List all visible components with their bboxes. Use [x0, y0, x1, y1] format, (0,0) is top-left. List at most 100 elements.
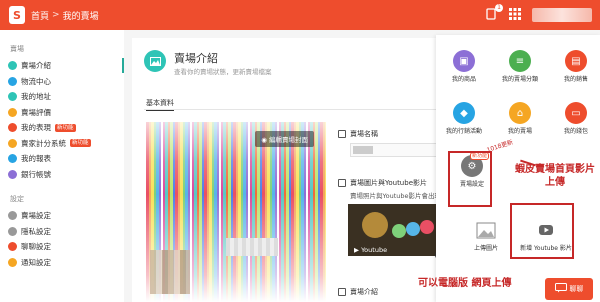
sidebar-item-label: 聊聊設定 — [21, 242, 51, 252]
youtube-label: ▶ Youtube — [354, 246, 387, 254]
new-feature-badge: 新功能 — [55, 123, 76, 132]
callout-web-upload: 可以電腦版 網頁上傳 — [418, 278, 512, 289]
sidebar-item-icon — [8, 92, 17, 102]
sidebar-item-label: 賣場設定 — [21, 211, 51, 221]
sidebar-section-settings: 設定 — [10, 195, 24, 203]
breadcrumb-current: 我的賣場 — [62, 11, 99, 22]
app-tile-label: 我的賣場分類 — [501, 76, 538, 83]
shop-intro-icon — [144, 50, 166, 72]
sidebar-section-shop: 賣場 — [10, 45, 24, 53]
shopee-logo[interactable]: S — [9, 6, 25, 24]
sidebar-item-label: 我的表現 — [21, 123, 51, 133]
top-bar: S 首頁 > 我的賣場 1 — [0, 0, 600, 30]
highlight-shop-settings — [448, 151, 492, 207]
edit-cover-label: 編輯賣場封面 — [269, 136, 308, 144]
top-right-controls: 1 — [484, 0, 600, 30]
breadcrumb-separator: > — [52, 10, 60, 20]
tab-basic-info[interactable]: 基本資料 — [146, 98, 174, 111]
app-tile[interactable]: ▭ 我的錢包 — [554, 102, 598, 136]
sidebar-item-icon — [8, 226, 17, 236]
camera-icon: ◉ — [261, 136, 267, 144]
sidebar-item-label: 隱私設定 — [21, 226, 51, 236]
app-tile-label: 我的賣場 — [507, 128, 532, 135]
notification-badge: 1 — [495, 4, 503, 12]
app-tile-label: 我的錢包 — [563, 128, 588, 135]
shop-media-hint: 賣場照片與Youtube影片會出現 — [350, 192, 441, 200]
app-tile[interactable]: ◆ 我的行銷活動 — [442, 102, 486, 136]
notification-icon[interactable]: 1 — [484, 4, 503, 22]
chat-label: 聊聊 — [569, 285, 584, 293]
chat-button[interactable]: 聊聊 — [545, 278, 593, 300]
megaphone-icon: ◆ — [453, 102, 475, 124]
sidebar-item[interactable]: 我的地址 — [0, 89, 124, 105]
breadcrumb-home[interactable]: 首頁 — [31, 9, 49, 22]
list-icon: ≡ — [509, 50, 531, 72]
app-tile-label: 我的商品 — [451, 76, 476, 83]
youtube-label-text: Youtube — [361, 246, 388, 254]
sidebar: 賣場 賣場介紹 物流中心 我的地址 賣場評價 我的表現 新功能 賣家計分系統 新功能 我的報表銀… — [0, 30, 124, 302]
sidebar-item-label: 賣場評價 — [21, 107, 51, 117]
video-ball — [362, 212, 388, 238]
shop-intro-label: 賣場介紹 — [350, 288, 378, 296]
sidebar-item[interactable]: 我的報表 — [0, 151, 124, 167]
callout-video-upload: 蝦皮賣場首頁影片上傳 — [515, 164, 595, 188]
app-tile-label: 我的行銷活動 — [445, 128, 482, 135]
edit-cover-button[interactable]: ◉ 編輯賣場封面 — [255, 131, 314, 147]
sidebar-item-icon — [8, 61, 17, 71]
apps-grid-icon[interactable] — [508, 8, 522, 22]
sidebar-item-icon — [8, 138, 17, 148]
sidebar-item-icon — [8, 242, 17, 252]
youtube-icon: ▶ — [354, 246, 359, 254]
page-title: 賣場介紹 — [174, 52, 218, 65]
video-ball — [392, 224, 406, 238]
app-tile[interactable]: ▤ 我的銷售 — [554, 50, 598, 84]
upload-image-button[interactable]: 上傳圖片 — [464, 219, 508, 253]
highlight-add-youtube — [510, 203, 574, 259]
sidebar-item-label: 銀行帳號 — [21, 169, 51, 179]
shop-avatar-blurred — [150, 250, 190, 294]
sidebar-item[interactable]: 物流中心 — [0, 74, 124, 90]
sidebar-item-label: 賣家計分系統 — [21, 138, 66, 148]
page-subtitle: 查看你的賣場狀態，更新賣場檔案 — [174, 68, 272, 76]
image-upload-icon — [475, 219, 497, 241]
sidebar-item-label: 通知設定 — [21, 257, 51, 267]
sidebar-item-label: 賣場介紹 — [21, 61, 51, 71]
sidebar-item-icon — [8, 107, 17, 117]
sidebar-item-icon — [8, 211, 17, 221]
app-tile-label: 我的銷售 — [563, 76, 588, 83]
new-feature-badge: 新功能 — [70, 139, 91, 148]
store-icon — [338, 130, 346, 138]
tab-bar: 基本資料 — [144, 98, 444, 111]
app-tile[interactable]: ▣ 我的商品 — [442, 50, 486, 84]
sidebar-item-icon — [8, 257, 17, 267]
video-ball — [420, 220, 434, 234]
upload-image-label: 上傳圖片 — [473, 245, 498, 252]
sidebar-settings-item[interactable]: 賣場設定 — [0, 208, 124, 224]
sidebar-settings-item[interactable]: 隱私設定 — [0, 224, 124, 240]
edit-icon — [338, 288, 346, 296]
app-tile[interactable]: ⌂ 我的賣場 — [498, 102, 542, 136]
app-tile[interactable]: ≡ 我的賣場分類 — [498, 50, 542, 84]
sidebar-item[interactable]: 賣場介紹 — [0, 58, 124, 74]
wallet-icon: ▭ — [565, 102, 587, 124]
shop-name-blurred — [226, 238, 278, 256]
box-icon: ▣ — [453, 50, 475, 72]
sidebar-item-icon — [8, 76, 17, 86]
sidebar-item[interactable]: 賣場評價 — [0, 105, 124, 121]
sidebar-settings-item[interactable]: 通知設定 — [0, 255, 124, 271]
image-icon — [338, 179, 346, 187]
shop-name-label: 賣場名稱 — [350, 130, 378, 138]
shop-name-value-blurred — [353, 146, 373, 154]
sidebar-item[interactable]: 賣家計分系統 新功能 — [0, 136, 124, 152]
video-ball — [406, 222, 420, 236]
sidebar-item-label: 我的報表 — [21, 154, 51, 164]
sidebar-item[interactable]: 銀行帳號 — [0, 167, 124, 183]
account-avatar[interactable] — [532, 8, 592, 22]
sidebar-item-icon — [8, 123, 17, 133]
shop-media-label: 賣場圖片與Youtube影片 — [350, 179, 427, 187]
sidebar-item[interactable]: 我的表現 新功能 — [0, 120, 124, 136]
sidebar-settings-item[interactable]: 聊聊設定 — [0, 239, 124, 255]
sidebar-item-icon — [8, 154, 17, 164]
receipt-icon: ▤ — [565, 50, 587, 72]
breadcrumb: 首頁 > 我的賣場 — [31, 9, 99, 22]
